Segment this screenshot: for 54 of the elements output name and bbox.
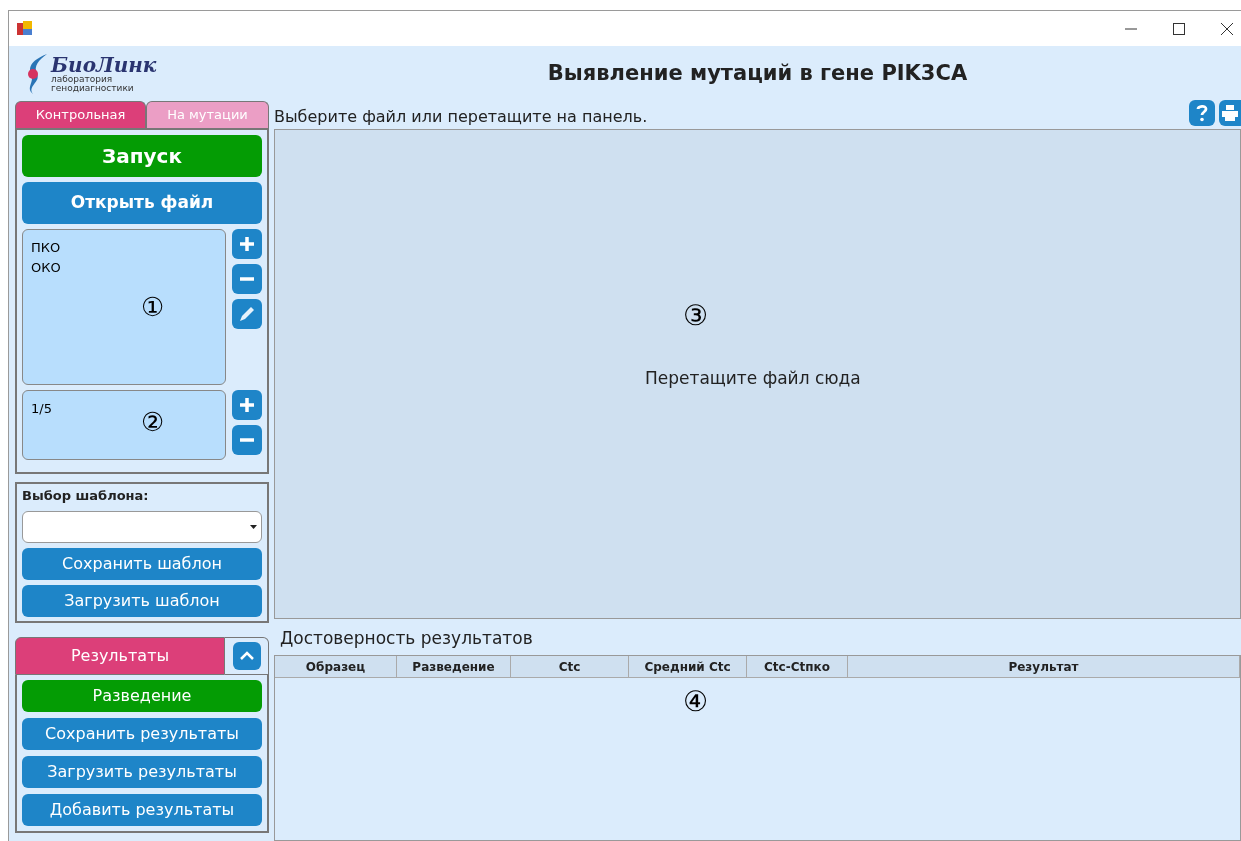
open-file-button[interactable]: Открыть файл [22, 182, 262, 224]
logo-subtitle: генодиагностики [51, 83, 135, 93]
column-header[interactable]: Образец [275, 656, 397, 677]
column-header[interactable]: Разведение [397, 656, 511, 677]
table-title: Достоверность результатов [280, 626, 533, 650]
help-icon [1196, 104, 1208, 122]
list-box[interactable]: ПКО ОКО ① [22, 229, 226, 385]
template-label: Выбор шаблона: [22, 487, 150, 505]
results-action-button[interactable]: Разведение [22, 679, 262, 712]
drop-text: Перетащите файл сюда [645, 367, 861, 390]
column-header[interactable]: Результат [848, 656, 1240, 677]
area-marker: ④ [683, 688, 709, 716]
drop-area[interactable]: ③ Перетащите файл сюда [274, 129, 1241, 619]
minus-icon [240, 277, 254, 281]
column-header[interactable]: Ctc [511, 656, 629, 677]
chevron-icon [238, 650, 255, 661]
minus-icon [240, 438, 254, 442]
remove-button[interactable] [232, 264, 262, 294]
maximize-icon[interactable] [1173, 22, 1185, 35]
page-title: Выявление мутаций в гене PIK3CA [547, 59, 968, 87]
plus-icon [239, 397, 255, 413]
logo-name: БиоЛинк [51, 54, 157, 75]
remove-button[interactable] [232, 425, 262, 455]
printer-icon [1221, 104, 1239, 122]
edit-button[interactable] [232, 299, 262, 329]
pencil-icon [238, 305, 256, 323]
load-template-button[interactable]: Загрузить шаблон [22, 584, 262, 617]
app-icon [17, 20, 33, 37]
column-header[interactable]: Ctc-Ctпко [747, 656, 848, 677]
results-action-button[interactable]: Загрузить результаты [22, 755, 262, 788]
logo-subtitle: лаборатория [51, 74, 114, 84]
close-icon[interactable] [1221, 22, 1233, 35]
area-marker: ① [141, 294, 165, 320]
help-button[interactable] [1189, 100, 1215, 126]
results-header: Результаты [15, 636, 225, 675]
add-button[interactable] [232, 390, 262, 420]
save-template-button[interactable]: Сохранить шаблон [22, 547, 262, 580]
add-button[interactable] [232, 229, 262, 259]
print-button[interactable] [1219, 100, 1241, 126]
dropdown-caret-icon [250, 524, 257, 529]
list-item[interactable]: ПКО [31, 238, 217, 258]
collapse-button[interactable] [232, 641, 261, 670]
column-header[interactable]: Средний Ctc [629, 656, 747, 677]
run-button[interactable]: Запуск [22, 135, 262, 177]
tab[interactable]: Контрольная [15, 101, 146, 128]
results-action-button[interactable]: Сохранить результаты [22, 717, 262, 750]
list-box[interactable]: 1/5 ② [22, 390, 226, 460]
area-marker: ③ [683, 302, 709, 330]
drop-hint: Выберите файл или перетащите на панель. [274, 106, 648, 128]
area-marker: ② [141, 409, 165, 435]
list-item[interactable]: ОКО [31, 257, 217, 277]
template-dropdown[interactable] [22, 510, 262, 543]
results-action-button[interactable]: Добавить результаты [22, 793, 262, 826]
plus-icon [239, 236, 255, 252]
